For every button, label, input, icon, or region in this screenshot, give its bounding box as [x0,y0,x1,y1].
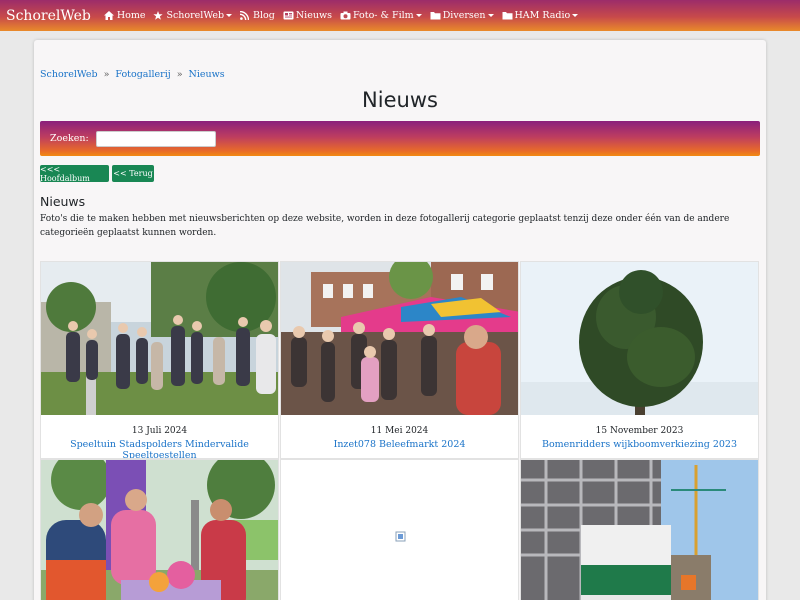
chevron-down-icon [572,14,579,17]
album-thumbnail[interactable] [521,460,758,600]
album-card[interactable]: 15 November 2023 Bomenridders wijkboomve… [520,261,759,459]
album-thumbnail[interactable] [521,262,758,415]
album-date: 13 Juli 2024 [131,426,188,436]
breadcrumb-separator: » [176,69,183,80]
chevron-down-icon [226,14,233,17]
album-title-link[interactable]: Bomenridders wijkboomverkiezing 2023 [521,439,758,450]
album-title-link[interactable]: Speeltuin Stadspolders Mindervalide Spee… [41,439,278,458]
newspaper-icon [283,11,294,20]
brand-link[interactable]: SchorelWeb [6,8,91,24]
nav-ham-radio-label: HAM Radio [514,10,571,21]
album-card[interactable]: 13 Juli 2024 Speeltuin Stadspolders Mind… [40,261,279,459]
breadcrumb-link-nieuws[interactable]: Nieuws [189,69,225,80]
nav-foto-film[interactable]: Foto- & Film [340,10,422,21]
main-container: SchorelWeb » Fotogallerij » Nieuws Nieuw… [34,40,766,600]
album-thumbnail[interactable] [41,460,278,600]
album-thumbnail[interactable] [41,262,278,415]
breadcrumb-link-schorelweb[interactable]: SchorelWeb [40,69,98,80]
album-title-link[interactable]: Inzet078 Beleefmarkt 2024 [281,439,518,450]
album-date: 11 Mei 2024 [370,426,429,436]
folder-icon [430,11,441,20]
nav-home-label: Home [116,10,146,21]
nav-diversen-label: Diversen [442,10,486,21]
search-bar: Zoeken: [40,121,760,156]
rss-icon [239,10,250,21]
album-card[interactable] [520,459,759,600]
album-card[interactable]: 11 Mei 2024 Inzet078 Beleefmarkt 2024 [280,261,519,459]
breadcrumb: SchorelWeb » Fotogallerij » Nieuws [40,69,225,80]
nav-diversen[interactable]: Diversen [430,10,494,21]
nav-blog[interactable]: Blog [239,10,275,21]
page-title: Nieuws [362,88,438,112]
breadcrumb-separator: » [103,69,110,80]
nav-blog-label: Blog [253,10,275,21]
top-navbar: SchorelWeb Home SchorelWeb Blog Nieuws F… [0,0,800,31]
nav-nieuws[interactable]: Nieuws [283,10,332,21]
album-card[interactable] [40,459,279,600]
nav-nieuws-label: Nieuws [295,10,332,21]
main-album-button[interactable]: <<< Hoofdalbum [40,165,109,183]
back-button[interactable]: << Terug [112,165,154,182]
folder-icon [502,11,512,20]
album-date: 15 November 2023 [595,426,684,436]
nav-schorelweb[interactable]: SchorelWeb [153,10,233,21]
star-icon [153,11,164,20]
chevron-down-icon [415,14,422,17]
section-heading: Nieuws [40,194,86,209]
section-description: Foto's die te maken hebben met nieuwsber… [40,214,730,238]
camera-icon [340,11,351,20]
breadcrumb-link-fotogallerij[interactable]: Fotogallerij [115,69,170,80]
nav-home[interactable]: Home [103,10,146,21]
home-icon [103,11,114,20]
album-card[interactable] [280,459,519,600]
nav-schorelweb-label: SchorelWeb [166,10,225,21]
search-input[interactable] [95,130,216,147]
album-thumbnail[interactable] [281,262,518,415]
search-label: Zoeken: [50,133,89,144]
chevron-down-icon [487,14,494,17]
album-thumbnail[interactable] [281,460,518,600]
nav-foto-film-label: Foto- & Film [352,10,414,21]
nav-ham-radio[interactable]: HAM Radio [502,10,579,21]
